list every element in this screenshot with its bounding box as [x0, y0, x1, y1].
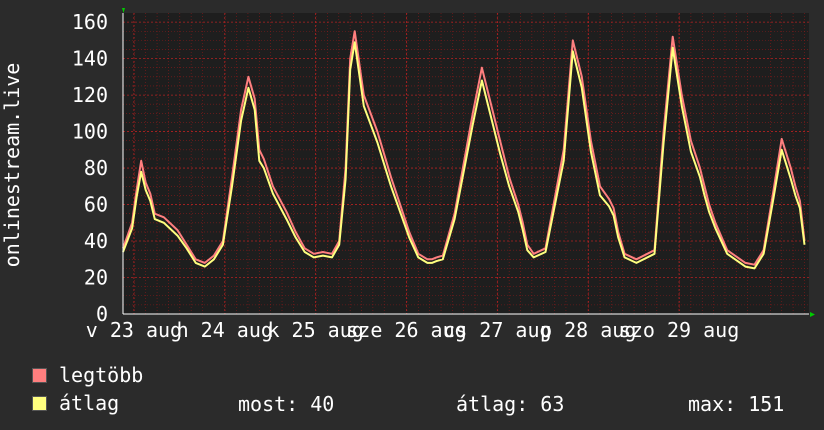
- x-tick-label: v 23 aug: [86, 318, 182, 342]
- y-tick-label: 140: [72, 47, 108, 71]
- atlag-swatch: [32, 395, 47, 411]
- legend-item-atlag: átlag: [32, 391, 120, 415]
- y-tick-label: 40: [84, 229, 108, 253]
- y-axis-label: onlinestream.live: [0, 63, 24, 268]
- y-tick-label: 100: [72, 120, 108, 144]
- stat-most: most: 40: [238, 392, 334, 416]
- legend-label-atlag: átlag: [59, 391, 120, 415]
- y-tick-label: 60: [84, 193, 108, 217]
- y-tick-label: 120: [72, 83, 108, 107]
- x-axis-arrow-icon: [810, 312, 815, 317]
- x-tick-label: h 24 aug: [177, 318, 273, 342]
- stat-most-value: 40: [310, 392, 335, 416]
- y-axis-arrow-icon: [122, 8, 125, 13]
- y-tick-label: 20: [84, 266, 108, 290]
- chart: 020406080100120140160 v 23 augh 24 augk …: [0, 8, 815, 342]
- stat-max-value: 151: [748, 392, 785, 416]
- stat-atlag-label: átlag:: [456, 392, 529, 416]
- stat-atlag-value: 63: [540, 392, 565, 416]
- legend-item-legtobb: legtöbb: [32, 363, 144, 387]
- stat-most-label: most:: [238, 392, 299, 416]
- legend-label-legtobb: legtöbb: [59, 363, 144, 387]
- x-tick-labels: v 23 augh 24 augk 25 augsze 26 augcs 27 …: [86, 318, 740, 342]
- x-tick-label: szo 29 aug: [619, 318, 739, 342]
- stat-max-label: max:: [688, 392, 737, 416]
- x-tick-label: cs 27 aug: [443, 318, 551, 342]
- y-tick-label: 80: [84, 156, 108, 180]
- y-tick-label: 160: [72, 10, 108, 34]
- y-tick-labels: 020406080100120140160: [72, 10, 108, 326]
- stat-max: max: 151: [688, 392, 784, 416]
- stat-atlag: átlag: 63: [456, 392, 564, 416]
- legtobb-swatch: [32, 367, 47, 383]
